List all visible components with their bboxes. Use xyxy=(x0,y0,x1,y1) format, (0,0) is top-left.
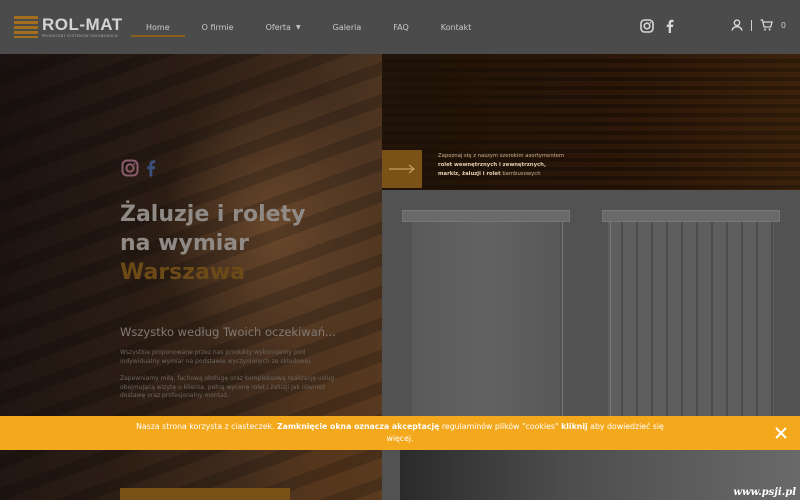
cookie-text-part: Nasza strona korzysta z ciasteczek. xyxy=(136,422,277,431)
cookie-text-part: regulaminów plików "cookies" xyxy=(439,422,562,431)
chevron-down-icon: ▼ xyxy=(295,23,301,31)
user-icon[interactable] xyxy=(731,19,743,31)
nav-faq-label: FAQ xyxy=(393,22,409,32)
hero-title: Żaluzje i rolety na wymiar Warszawa xyxy=(120,200,305,287)
nav-home-label: Home xyxy=(146,22,170,32)
instagram-icon[interactable] xyxy=(121,159,139,177)
logo-icon xyxy=(14,16,38,38)
main-nav: Home O firmie Oferta ▼ Galeria FAQ Kontak… xyxy=(131,0,491,54)
nav-contact-label: Kontakt xyxy=(440,22,472,32)
blind-cord xyxy=(562,222,563,422)
nav-about-label: O firmie xyxy=(201,22,234,32)
instagram-icon[interactable] xyxy=(640,19,654,33)
nav-gallery[interactable]: Galeria xyxy=(321,0,374,54)
blind-rail xyxy=(602,210,780,222)
logo[interactable]: ROL-MAT PRODUCENT SYSTEMÓW OSŁONOWYCH xyxy=(14,14,129,42)
header-social xyxy=(640,19,674,33)
logo-name: ROL-MAT xyxy=(42,15,123,34)
promo-text-end: bambusowych xyxy=(500,170,541,177)
promo-text-start: Zapoznaj się z naszym szerokim asortymen… xyxy=(438,153,565,159)
hero-title-line1: Żaluzje i rolety xyxy=(120,202,306,227)
facebook-icon[interactable] xyxy=(665,19,674,33)
hero-title-line2: na wymiar xyxy=(120,231,249,256)
nav-faq[interactable]: FAQ xyxy=(381,0,421,54)
promo-arrow-button[interactable] xyxy=(382,150,422,188)
hero-cta-button[interactable] xyxy=(120,488,290,500)
cart-count[interactable]: 0 xyxy=(781,21,786,30)
header-divider xyxy=(750,19,752,31)
cart-icon[interactable] xyxy=(760,19,773,31)
hero-subtitle: Wszystko według Twoich oczekiwań... xyxy=(120,325,336,339)
hero-paragraph-1: Wszystkie proponowane przez nas produkty… xyxy=(120,349,312,365)
site-header: ROL-MAT PRODUCENT SYSTEMÓW OSŁONOWYCH Ho… xyxy=(0,0,800,54)
nav-offer-label: Oferta xyxy=(265,22,291,32)
cookie-accept-text: Zamknięcie okna oznacza akceptację xyxy=(276,422,440,431)
blind-cord xyxy=(610,222,611,422)
nav-gallery-label: Galeria xyxy=(332,22,362,32)
arrow-right-icon xyxy=(389,164,415,174)
close-icon[interactable] xyxy=(774,426,788,440)
cookie-more-link[interactable]: kliknij xyxy=(561,422,588,431)
nav-contact[interactable]: Kontakt xyxy=(429,0,484,54)
header-actions: 0 xyxy=(731,19,786,31)
nav-home[interactable]: Home xyxy=(131,0,185,54)
promo-text: Zapoznaj się z naszym szerokim asortymen… xyxy=(438,152,568,178)
cookie-text: Nasza strona korzysta z ciasteczek. Zamk… xyxy=(130,421,670,445)
blind-rail xyxy=(402,210,570,222)
nav-offer[interactable]: Oferta ▼ xyxy=(254,0,313,54)
hero-paragraph-2: Zapewniamy miłą, fachową obsługę oraz ko… xyxy=(120,375,335,400)
facebook-icon[interactable] xyxy=(145,159,156,177)
cookie-banner: Nasza strona korzysta z ciasteczek. Zamk… xyxy=(0,416,800,450)
logo-tagline: PRODUCENT SYSTEMÓW OSŁONOWYCH xyxy=(42,34,118,38)
hero-city: Warszawa xyxy=(120,260,246,285)
nav-about[interactable]: O firmie xyxy=(190,0,246,54)
hero-social xyxy=(121,159,156,177)
watermark: www.psji.pl xyxy=(733,487,796,498)
